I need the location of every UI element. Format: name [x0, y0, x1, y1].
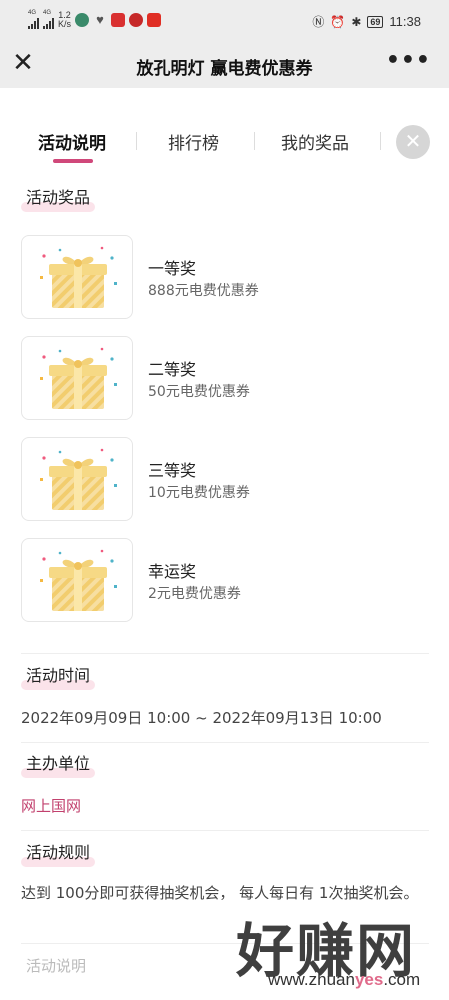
clock: 11:38	[389, 14, 421, 29]
rules-section-title-text: 活动规则	[26, 843, 91, 862]
heart-app-icon: ♥	[96, 11, 104, 27]
divider	[21, 653, 429, 654]
prize-description: 50元电费优惠券	[148, 384, 250, 400]
gift-box-icon	[21, 235, 133, 319]
shopping-app-icon	[129, 12, 144, 27]
browser-app-icon	[75, 12, 90, 27]
prize-name: 三等奖	[148, 461, 197, 480]
tab-separator	[380, 132, 381, 150]
sim-signal-2: 4G	[43, 10, 54, 29]
watermark-site-prefix: www.zhuan	[268, 970, 355, 989]
prize-description: 888元电费优惠券	[148, 283, 259, 299]
tab-bar: 活动说明 排行榜 我的奖品 ✕	[0, 115, 449, 167]
organizer-section-title-text: 主办单位	[26, 754, 91, 773]
tab-separator	[136, 132, 137, 150]
battery-icon: 69	[367, 15, 384, 28]
prize-item: 三等奖 10元电费优惠券	[21, 437, 429, 521]
prize-name: 幸运奖	[148, 562, 197, 581]
alarm-icon: ⏰	[330, 14, 346, 29]
speed-unit: K/s	[58, 18, 72, 29]
prize-description: 10元电费优惠券	[148, 485, 250, 501]
time-section-title: 活动时间	[21, 662, 96, 692]
rules-text: 达到 100分即可获得抽奖机会， 每人每日有 1次抽奖机会。	[21, 884, 419, 902]
watermark-site-suffix: .com	[383, 970, 421, 989]
footer-label: 活动说明	[26, 957, 87, 975]
prize-item: 二等奖 50元电费优惠券	[21, 336, 429, 420]
organizer-section-title: 主办单位	[21, 750, 96, 780]
tab-separator	[254, 132, 255, 150]
prizes-section-title-text: 活动奖品	[26, 188, 91, 207]
prize-item: 幸运奖 2元电费优惠券	[21, 538, 429, 622]
organizer-link[interactable]: 网上国网	[21, 795, 81, 816]
prize-name: 二等奖	[148, 360, 197, 379]
gift-box-icon	[21, 437, 133, 521]
prize-description: 2元电费优惠券	[148, 586, 241, 602]
gift-box-icon	[21, 538, 133, 622]
sim-signal-1: 4G	[28, 10, 39, 29]
nfc-icon: Ⓝ	[312, 15, 325, 29]
signal-bars-icon-2	[43, 17, 54, 29]
more-menu-icon[interactable]: •••	[386, 48, 431, 73]
prizes-section-title: 活动奖品	[21, 184, 96, 214]
rules-section-title: 活动规则	[21, 839, 96, 869]
status-left: 4G 4G 1.2 K/s ♥	[28, 10, 162, 29]
watermark-site-highlight: yes	[354, 970, 384, 989]
gift-box-icon	[21, 336, 133, 420]
close-panel-icon[interactable]: ✕	[396, 125, 430, 159]
divider	[21, 830, 429, 831]
tab-leaderboard[interactable]: 排行榜	[168, 129, 219, 154]
activity-time-value: 2022年09月09日 10:00 ~ 2022年09月13日 10:00	[21, 709, 382, 727]
active-tab-indicator	[53, 159, 93, 163]
status-right: Ⓝ ⏰ ✱ 69 11:38	[312, 13, 421, 30]
signal-bars-icon	[28, 17, 39, 29]
prize-name: 一等奖	[148, 259, 197, 278]
bluetooth-icon: ✱	[351, 14, 362, 29]
page-title: 放孔明灯 赢电费优惠券	[136, 59, 313, 79]
tab-my-prizes[interactable]: 我的奖品	[281, 129, 349, 154]
divider	[21, 742, 429, 743]
tab-activity-description[interactable]: 活动说明	[38, 129, 106, 154]
pdd-app-icon	[147, 12, 162, 27]
status-bar: 4G 4G 1.2 K/s ♥ Ⓝ ⏰ ✱ 69 11:38	[0, 0, 449, 42]
title-bar: ✕ 放孔明灯 赢电费优惠券 •••	[0, 42, 449, 88]
network-speed: 1.2 K/s	[58, 10, 72, 29]
time-section-title-text: 活动时间	[26, 666, 91, 685]
watermark-site: www.zhuanyes.com	[268, 970, 420, 990]
red-app-icon	[111, 12, 126, 27]
network-type-label: 4G	[28, 10, 37, 16]
network-type-label-2: 4G	[43, 10, 52, 16]
prize-item: 一等奖 888元电费优惠券	[21, 235, 429, 319]
